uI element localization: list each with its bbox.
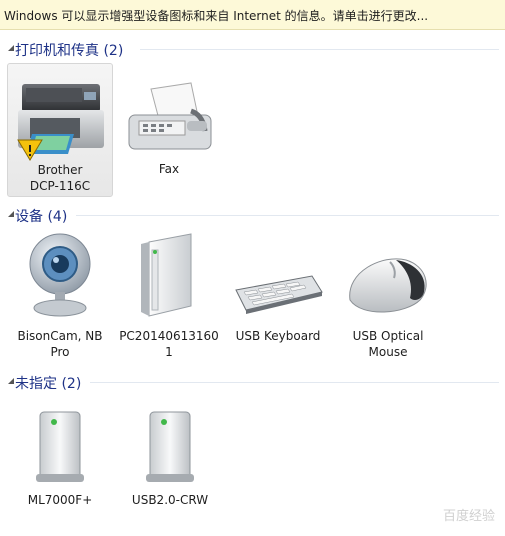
- generic-device-icon: [138, 408, 202, 487]
- device-label: USB Optical: [352, 329, 424, 343]
- generic-device-icon: [28, 408, 92, 487]
- device-item-ml7000f[interactable]: ML7000F+: [8, 396, 112, 516]
- device-item-fax[interactable]: Fax: [117, 63, 221, 197]
- device-label-line2: Pro: [50, 345, 70, 359]
- device-label: Fax: [158, 162, 180, 176]
- computer-tower-icon: [129, 232, 209, 321]
- device-label: PC20140613160: [119, 329, 219, 343]
- info-bar[interactable]: Windows 可以显示增强型设备图标和来自 Internet 的信息。请单击进…: [0, 0, 505, 30]
- group-title: 设备 (4): [15, 209, 68, 225]
- device-label: BisonCam, NB: [17, 329, 103, 343]
- group-header-devices[interactable]: 设备 (4): [0, 204, 505, 225]
- webcam-icon: [20, 230, 100, 323]
- device-item-usb2-crw[interactable]: USB2.0-CRW: [118, 396, 222, 516]
- fax-icon: [121, 81, 217, 164]
- device-item-bisoncam[interactable]: BisonCam, NB Pro: [10, 226, 110, 366]
- keyboard-icon: [230, 270, 326, 317]
- device-label-line2: Mouse: [368, 345, 408, 359]
- mouse-icon: [342, 252, 434, 325]
- printer-icon: [12, 74, 108, 167]
- info-bar-text: Windows 可以显示增强型设备图标和来自 Internet 的信息。请单击进…: [4, 9, 429, 23]
- device-label: ML7000F+: [27, 493, 93, 507]
- device-label: Brother: [37, 163, 83, 177]
- device-item-keyboard[interactable]: USB Keyboard: [226, 226, 330, 366]
- group-header-printers[interactable]: 打印机和传真 (2): [0, 38, 505, 59]
- device-label: USB Keyboard: [235, 329, 321, 343]
- device-item-brother[interactable]: Brother DCP-116C: [7, 63, 113, 197]
- device-label-line2: DCP-116C: [29, 179, 91, 193]
- watermark: 百度经验: [442, 509, 495, 524]
- device-item-pc[interactable]: PC20140613160 1: [116, 226, 222, 366]
- group-divider: [76, 215, 499, 216]
- group-divider: [90, 382, 499, 383]
- device-label: USB2.0-CRW: [131, 493, 209, 507]
- group-title: 打印机和传真 (2): [15, 43, 124, 59]
- group-header-unspecified[interactable]: 未指定 (2): [0, 371, 505, 392]
- group-title: 未指定 (2): [15, 376, 82, 392]
- group-divider: [140, 49, 499, 50]
- device-item-mouse[interactable]: USB Optical Mouse: [336, 226, 440, 366]
- device-label-line2: 1: [165, 345, 173, 359]
